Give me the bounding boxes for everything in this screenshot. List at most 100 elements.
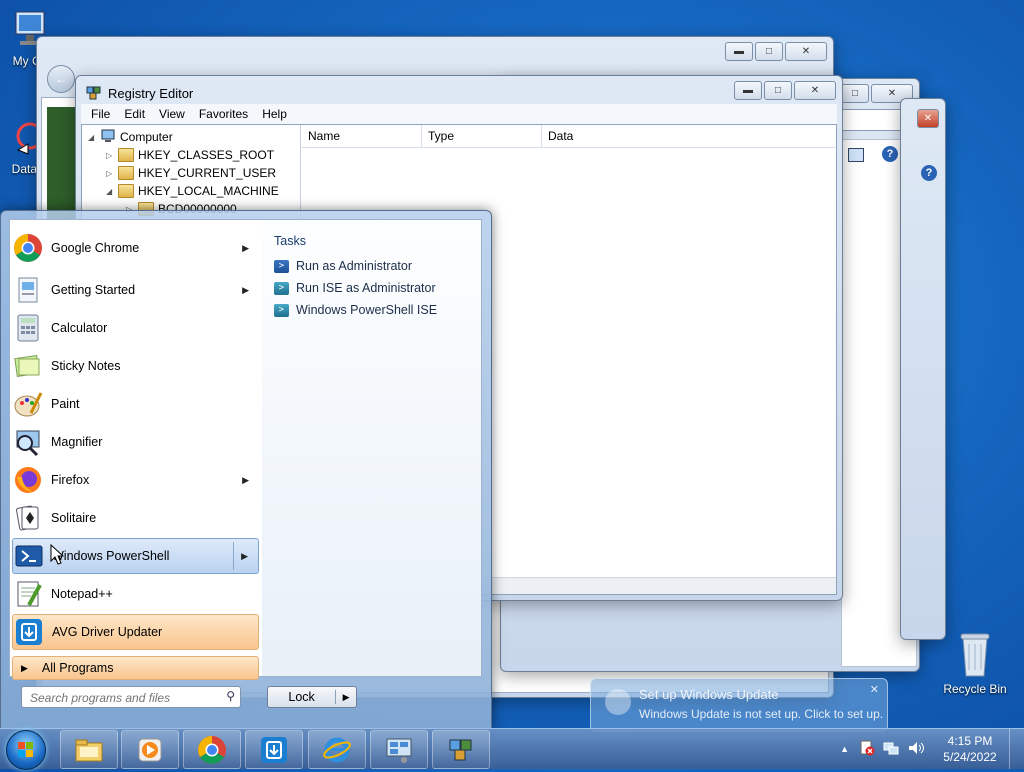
menu-help[interactable]: Help <box>262 107 287 121</box>
expand-arrow-icon[interactable]: ▷ <box>106 151 114 160</box>
maximize-button[interactable]: □ <box>755 42 783 61</box>
tree-node-hkcr[interactable]: ▷ HKEY_CLASSES_ROOT <box>106 146 274 164</box>
action-center-alert-icon[interactable] <box>859 740 875 759</box>
program-solitaire[interactable]: Solitaire <box>12 500 259 536</box>
taskbar-avg-driver-updater[interactable] <box>245 730 303 769</box>
taskbar-chrome[interactable] <box>183 730 241 769</box>
split-divider <box>233 542 234 570</box>
taskbar-explorer[interactable] <box>60 730 118 769</box>
network-icon[interactable] <box>883 740 899 759</box>
regedit-icon <box>449 739 472 760</box>
windows-logo-icon <box>18 742 33 757</box>
balloon-close-button[interactable]: ✕ <box>870 683 879 696</box>
program-avg-driver-updater[interactable]: AVG Driver Updater <box>12 614 259 650</box>
background-window-3[interactable]: ✕ ? <box>900 98 946 640</box>
menu-bar: File Edit View Favorites Help <box>81 104 837 124</box>
computer-icon <box>100 129 116 146</box>
recycle-bin-icon <box>955 630 995 680</box>
column-header-data[interactable]: Data <box>542 125 836 147</box>
notification-balloon[interactable]: ✕ Set up Windows Update Windows Update i… <box>590 678 888 732</box>
help-icon[interactable]: ? <box>882 146 898 162</box>
internet-explorer-icon <box>323 737 351 762</box>
tree-node-computer[interactable]: ◢ Computer <box>88 128 173 146</box>
taskbar-clock[interactable]: 4:15 PM 5/24/2022 <box>931 733 1009 765</box>
menu-edit[interactable]: Edit <box>124 107 145 121</box>
task-run-ise-as-administrator[interactable]: > Run ISE as Administrator <box>274 278 436 298</box>
close-button[interactable]: ✕ <box>917 109 939 128</box>
submenu-arrow-icon[interactable]: ▶ <box>242 243 249 254</box>
values-list-header: Name Type Data <box>302 125 836 148</box>
program-sticky-notes[interactable]: Sticky Notes <box>12 348 259 384</box>
program-label: Sticky Notes <box>51 359 121 373</box>
program-notepad-plus-plus[interactable]: Notepad++ <box>12 576 259 612</box>
back-button[interactable]: ← <box>47 65 75 93</box>
help-icon[interactable]: ? <box>921 165 937 181</box>
program-label: Google Chrome <box>51 241 140 255</box>
media-player-icon <box>138 738 162 761</box>
program-paint[interactable]: Paint <box>12 386 259 422</box>
clock-time: 4:15 PM <box>947 734 993 748</box>
menu-file[interactable]: File <box>91 107 110 121</box>
search-input[interactable] <box>28 688 222 708</box>
folder-icon <box>118 184 134 198</box>
window-controls: ▬ □ ✕ <box>725 42 827 61</box>
collapse-arrow-icon[interactable]: ◢ <box>106 187 114 196</box>
tree-node-hkcu[interactable]: ▷ HKEY_CURRENT_USER <box>106 164 276 182</box>
task-run-as-administrator[interactable]: > Run as Administrator <box>274 256 412 276</box>
start-menu: Google Chrome ▶ Getting Started ▶ Calcul… <box>0 210 492 730</box>
chrome-icon <box>12 232 44 264</box>
maximize-button[interactable]: □ <box>841 84 869 103</box>
powershell-ise-icon: > <box>274 303 289 317</box>
show-desktop-button[interactable] <box>1009 729 1024 769</box>
program-firefox[interactable]: Firefox ▶ <box>12 462 259 498</box>
program-label: Firefox <box>51 473 90 487</box>
column-header-name[interactable]: Name <box>302 125 422 147</box>
search-box[interactable]: ⚲ <box>21 686 241 708</box>
column-header-type[interactable]: Type <box>422 125 542 147</box>
volume-icon[interactable] <box>907 740 925 759</box>
pane-icon[interactable] <box>848 148 864 162</box>
desktop-icon-label: Recycle Bin <box>943 682 1007 696</box>
lock-button[interactable]: Lock <box>268 690 337 704</box>
submenu-arrow-icon[interactable]: ▶ <box>242 285 249 296</box>
avg-driver-updater-icon <box>261 736 287 763</box>
clock-date: 5/24/2022 <box>943 750 997 764</box>
start-button[interactable] <box>6 730 46 770</box>
tree-label: HKEY_CURRENT_USER <box>138 166 277 180</box>
close-button[interactable]: ✕ <box>794 81 836 100</box>
program-getting-started[interactable]: Getting Started ▶ <box>12 272 259 308</box>
collapse-arrow-icon[interactable]: ◢ <box>88 133 96 142</box>
close-button[interactable]: ✕ <box>785 42 827 61</box>
balloon-text: Windows Update is not set up. Click to s… <box>639 707 884 721</box>
menu-view[interactable]: View <box>159 107 185 121</box>
all-programs-button[interactable]: ▶ All Programs <box>12 656 259 680</box>
powershell-icon <box>13 540 45 572</box>
taskbar-control-panel[interactable] <box>370 730 428 769</box>
maximize-button[interactable]: □ <box>764 81 792 100</box>
desktop-icon-recycle-bin[interactable]: Recycle Bin <box>940 630 1010 696</box>
shutdown-options-arrow-icon[interactable]: ▶ <box>336 692 356 703</box>
submenu-arrow-icon[interactable]: ▶ <box>242 475 249 486</box>
window-title: Registry Editor <box>86 84 193 103</box>
tree-node-hklm[interactable]: ◢ HKEY_LOCAL_MACHINE <box>106 182 279 200</box>
task-windows-powershell-ise[interactable]: > Windows PowerShell ISE <box>274 300 437 320</box>
minimize-button[interactable]: ▬ <box>725 42 753 61</box>
expand-arrow-icon[interactable]: ▷ <box>106 169 114 178</box>
menu-favorites[interactable]: Favorites <box>199 107 248 121</box>
program-label: Notepad++ <box>51 587 113 601</box>
submenu-arrow-icon[interactable]: ▶ <box>241 551 248 562</box>
program-magnifier[interactable]: Magnifier <box>12 424 259 460</box>
programs-pane: Google Chrome ▶ Getting Started ▶ Calcul… <box>9 219 263 680</box>
task-label: Run as Administrator <box>296 259 413 273</box>
minimize-button[interactable]: ▬ <box>734 81 762 100</box>
taskbar-internet-explorer[interactable] <box>308 730 366 769</box>
program-calculator[interactable]: Calculator <box>12 310 259 346</box>
program-label: Getting Started <box>51 283 136 297</box>
tree-label: HKEY_LOCAL_MACHINE <box>138 184 279 198</box>
window-controls: ▬ □ ✕ <box>734 81 836 100</box>
program-google-chrome[interactable]: Google Chrome ▶ <box>12 230 259 266</box>
taskbar-media-player[interactable] <box>121 730 179 769</box>
program-label: Paint <box>51 397 80 411</box>
taskbar-registry-editor[interactable] <box>432 730 490 769</box>
show-hidden-icons-icon[interactable]: ▲ <box>840 744 849 754</box>
